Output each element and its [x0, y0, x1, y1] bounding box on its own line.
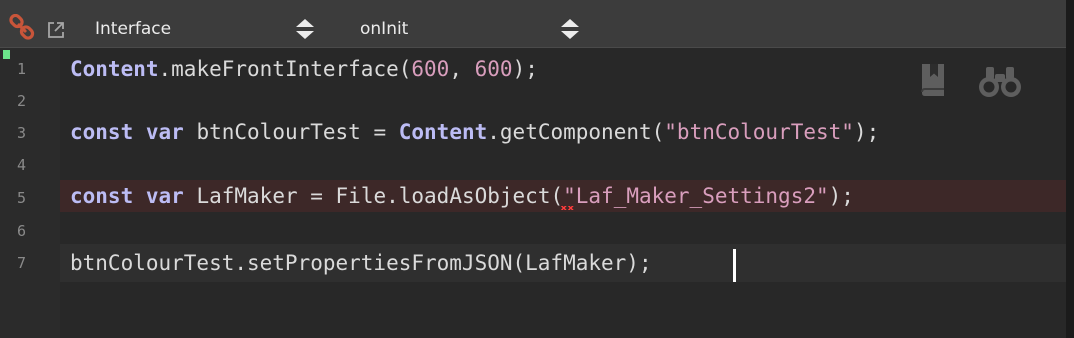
code-editor[interactable]: 1 2 3 4 5 6 7 Content.makeFrontInterface… — [0, 48, 1066, 338]
token-object: Content — [70, 57, 159, 81]
token-text: .makeFrontInterface( — [158, 57, 412, 81]
code-line-4[interactable] — [60, 148, 1066, 180]
updown-arrows-icon — [296, 19, 314, 39]
bookmark-icon[interactable] — [918, 61, 952, 99]
token-string: Laf_Maker_Settings2" — [575, 184, 829, 208]
token-text: btnColourTest = — [183, 120, 399, 144]
token-text: , — [449, 57, 475, 81]
code-line-6[interactable] — [60, 212, 1066, 244]
token-keyword: var — [145, 120, 184, 144]
line-number: 5 — [17, 189, 27, 207]
popout-icon[interactable] — [46, 20, 66, 40]
link-icon[interactable] — [8, 14, 36, 42]
code-line-3[interactable]: const var btnColourTest = Content.getCom… — [60, 116, 1066, 148]
error-squiggle: " — [560, 180, 576, 212]
line-number: 6 — [17, 222, 27, 240]
callback-selector-dropdown[interactable]: onInit — [360, 14, 580, 44]
editor-toolbar: Interface onInit — [0, 0, 1066, 48]
token-keyword: const — [70, 184, 134, 208]
token-keyword: const — [70, 120, 134, 144]
callback-selector-value: onInit — [360, 19, 409, 39]
line-number: 4 — [17, 156, 27, 174]
code-line-7-current[interactable]: btnColourTest.setPropertiesFromJSON(LafM… — [60, 244, 1066, 282]
binoculars-icon[interactable] — [978, 64, 1022, 98]
token-number: 600 — [474, 57, 513, 81]
code-line-2[interactable] — [60, 85, 1066, 117]
line-number: 2 — [17, 92, 27, 110]
code-line-5-error[interactable]: const var LafMaker = File.loadAsObject("… — [60, 180, 1066, 212]
token-string: "btnColourTest" — [664, 120, 854, 144]
token-text: ); — [512, 57, 538, 81]
line-number: 1 — [17, 60, 27, 78]
token-text: btnColourTest.setPropertiesFromJSON(LafM… — [70, 251, 652, 275]
file-selector-value: Interface — [95, 19, 172, 39]
line-number: 7 — [17, 254, 27, 272]
token-keyword: var — [145, 184, 184, 208]
token-text: ); — [853, 120, 880, 144]
code-line-1[interactable]: Content.makeFrontInterface(600, 600); — [60, 53, 1066, 85]
text-caret — [733, 249, 736, 282]
file-selector-dropdown[interactable]: Interface — [95, 14, 315, 44]
token-object: Content — [398, 120, 488, 144]
token-text: .getComponent( — [487, 120, 665, 144]
token-text: ); — [828, 184, 854, 208]
change-marker — [3, 50, 10, 59]
line-number-gutter: 1 2 3 4 5 6 7 — [0, 48, 60, 338]
token-text: LafMaker = File.loadAsObject( — [183, 184, 564, 208]
line-number: 3 — [17, 124, 27, 142]
token-number: 600 — [411, 57, 450, 81]
updown-arrows-icon — [561, 19, 579, 39]
vertical-scrollbar[interactable] — [1066, 0, 1074, 338]
